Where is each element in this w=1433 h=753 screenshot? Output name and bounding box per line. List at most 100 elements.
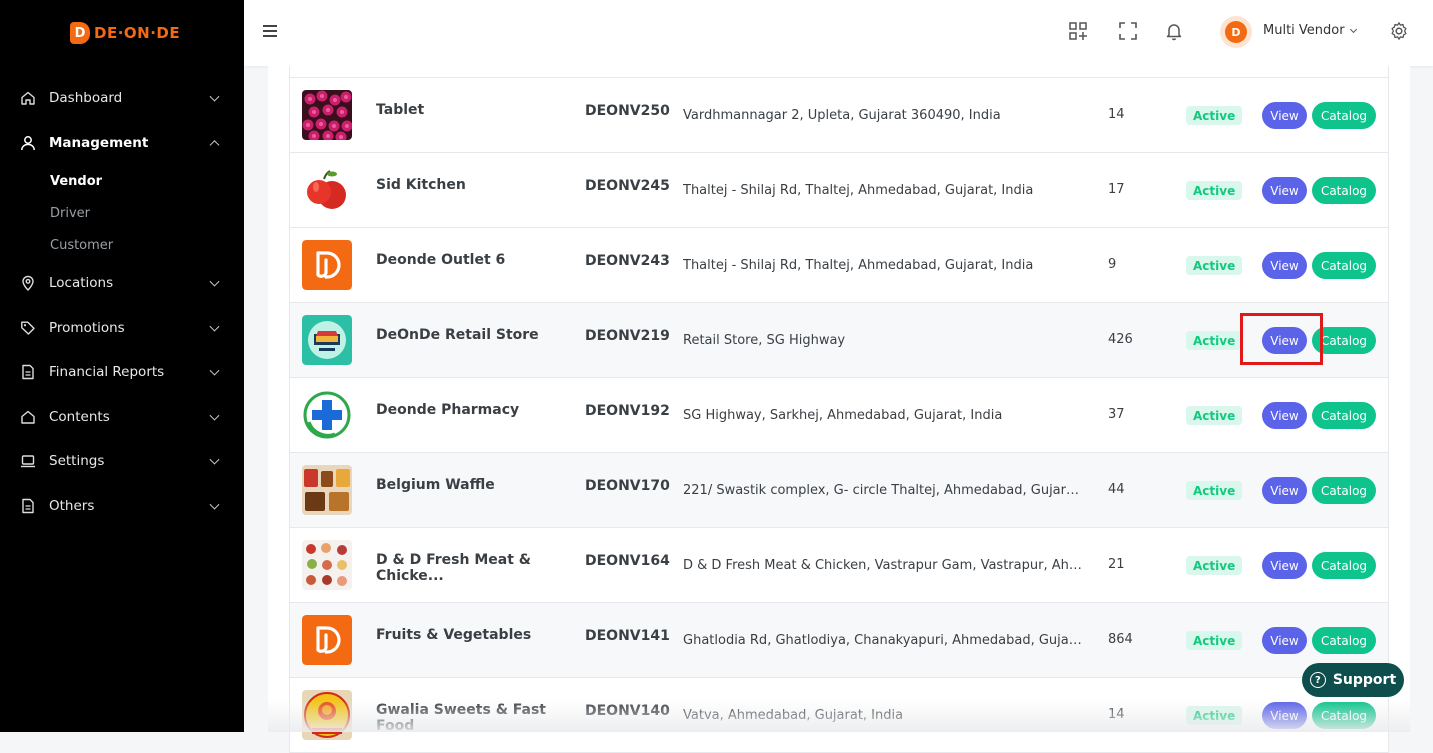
sidebar-subitem-customer[interactable]: Customer [0, 229, 244, 261]
home-icon [20, 90, 36, 106]
document-icon [20, 498, 36, 514]
catalog-button[interactable]: Catalog [1312, 402, 1376, 429]
apps-grid-icon[interactable] [1067, 20, 1089, 42]
vendor-name: Gwalia Sweets & Fast Food [376, 702, 546, 734]
vendor-code: DEONV170 [585, 478, 670, 494]
catalog-button[interactable]: Catalog [1312, 252, 1376, 279]
view-button[interactable]: View [1262, 252, 1307, 279]
vendor-name: Fruits & Vegetables [376, 627, 532, 643]
fullscreen-icon[interactable] [1117, 20, 1139, 42]
catalog-button[interactable]: Catalog [1312, 627, 1376, 654]
view-button[interactable]: View [1262, 402, 1307, 429]
chevron-down-icon [209, 499, 220, 510]
vendor-count: 14 [1108, 107, 1125, 122]
view-button[interactable]: View [1262, 102, 1307, 129]
user-name[interactable]: Multi Vendor [1263, 23, 1345, 38]
view-button[interactable]: View [1262, 552, 1307, 579]
sidebar-subitem-driver[interactable]: Driver [0, 197, 244, 229]
sidebar-item-settings[interactable]: Settings [0, 439, 244, 484]
vendor-thumbnail [302, 90, 352, 140]
vendor-address: Ghatlodia Rd, Ghatlodiya, Chanakyapuri, … [683, 633, 1085, 648]
sidebar-item-dashboard[interactable]: Dashboard [0, 76, 244, 121]
location-pin-icon [20, 275, 36, 292]
view-button[interactable]: View [1262, 327, 1307, 354]
vendor-thumbnail [302, 240, 352, 290]
brand-logo[interactable]: D DE·ON·DE [70, 20, 180, 46]
vendor-name: Tablet [376, 102, 425, 118]
vendor-code: DEONV140 [585, 703, 670, 719]
status-badge: Active [1186, 556, 1243, 575]
table-top-edge [290, 66, 1388, 78]
vendor-address: Vardhmannagar 2, Upleta, Gujarat 360490,… [683, 108, 1001, 123]
support-label: Support [1332, 672, 1397, 688]
sidebar-item-locations[interactable]: Locations [0, 261, 244, 306]
catalog-button[interactable]: Catalog [1312, 177, 1376, 204]
vendor-thumbnail [302, 465, 352, 515]
sidebar-item-financial-reports[interactable]: Financial Reports [0, 350, 244, 395]
laptop-icon [20, 453, 36, 469]
vendor-thumbnail [302, 690, 352, 740]
view-button[interactable]: View [1262, 702, 1307, 729]
vendor-name: Belgium Waffle [376, 477, 495, 493]
avatar[interactable]: D [1220, 16, 1252, 48]
view-button[interactable]: View [1262, 177, 1307, 204]
vendor-code: DEONV192 [585, 403, 670, 419]
chevron-down-icon[interactable] [1349, 25, 1358, 34]
menu-toggle-icon[interactable] [263, 25, 277, 37]
sidebar-subitem-vendor[interactable]: Vendor [0, 165, 244, 197]
status-badge: Active [1186, 706, 1243, 725]
vendor-count: 864 [1108, 632, 1133, 647]
catalog-button[interactable]: Catalog [1312, 702, 1376, 729]
chevron-down-icon [209, 321, 220, 332]
sidebar-item-contents[interactable]: Contents [0, 395, 244, 440]
catalog-button[interactable]: Catalog [1312, 552, 1376, 579]
table-row: DeOnDe Retail Store DEONV219 Retail Store,… [290, 303, 1388, 378]
status-badge: Active [1186, 331, 1243, 350]
sidebar-item-promotions[interactable]: Promotions [0, 306, 244, 351]
sidebar: D DE·ON·DE Dashboard Management Vendor D… [0, 0, 244, 732]
sidebar-nav: Dashboard Management Vendor Driver Custo… [0, 76, 244, 528]
vendor-name: DeOnDe Retail Store [376, 327, 539, 343]
vendor-name: Deonde Outlet 6 [376, 252, 506, 268]
catalog-button[interactable]: Catalog [1312, 327, 1376, 354]
notification-bell-icon[interactable] [1163, 20, 1185, 42]
vendor-code: DEONV164 [585, 553, 670, 569]
status-badge: Active [1186, 256, 1243, 275]
vendor-address: Retail Store, SG Highway [683, 333, 846, 348]
chevron-down-icon [209, 276, 220, 287]
vendor-address: 221/ Swastik complex, G- circle Thaltej,… [683, 483, 1085, 498]
chevron-up-icon [209, 139, 220, 150]
vendor-name: D & D Fresh Meat & Chicke... [376, 552, 531, 584]
table-row: Deonde Outlet 6 DEONV243 Thaltej - Shilaj … [290, 228, 1388, 303]
support-button[interactable]: ? Support [1302, 663, 1404, 697]
status-badge: Active [1186, 631, 1243, 650]
vendor-count: 17 [1108, 182, 1125, 197]
document-icon [20, 364, 36, 380]
catalog-button[interactable]: Catalog [1312, 102, 1376, 129]
table-row: Gwalia Sweets & Fast Food DEONV140 Vatva, … [290, 678, 1388, 753]
logo-text: DE·ON·DE [94, 24, 181, 42]
vendor-address: Thaltej - Shilaj Rd, Thaltej, Ahmedabad,… [683, 258, 1034, 273]
chevron-down-icon [209, 91, 220, 102]
catalog-button[interactable]: Catalog [1312, 477, 1376, 504]
view-button[interactable]: View [1262, 627, 1307, 654]
sidebar-item-others[interactable]: Others [0, 484, 244, 529]
topbar: D Multi Vendor [244, 0, 1433, 66]
tag-icon [20, 320, 36, 336]
sidebar-item-label: Dashboard [49, 90, 123, 107]
gear-icon[interactable] [1388, 20, 1410, 42]
sidebar-item-label: Locations [49, 275, 114, 292]
chevron-down-icon [209, 454, 220, 465]
status-badge: Active [1186, 481, 1243, 500]
vendor-code: DEONV250 [585, 103, 670, 119]
view-button[interactable]: View [1262, 477, 1307, 504]
sidebar-item-label: Management [49, 134, 149, 151]
table-row: Tablet DEONV250 Vardhmannagar 2, Upleta, G… [290, 78, 1388, 153]
vendor-count: 14 [1108, 707, 1125, 722]
table-row: Deonde Pharmacy DEONV192 SG Highway, Sarkh… [290, 378, 1388, 453]
table-row: Fruits & Vegetables DEONV141 Ghatlodia Rd,… [290, 603, 1388, 678]
help-circle-icon: ? [1309, 672, 1326, 688]
sidebar-item-management[interactable]: Management [0, 121, 244, 166]
vendor-code: DEONV245 [585, 178, 670, 194]
chevron-down-icon [209, 365, 220, 376]
